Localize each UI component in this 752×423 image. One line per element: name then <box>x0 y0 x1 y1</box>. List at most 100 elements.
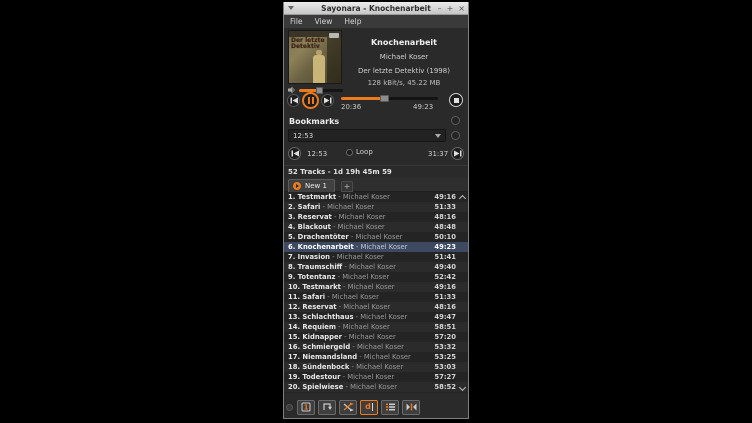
track-row[interactable]: 14. Requiem - Michael Koser 58:51 <box>284 322 468 332</box>
menu-help[interactable]: Help <box>344 17 361 26</box>
track-row[interactable]: 2. Safari - Michael Koser 51:33 <box>284 202 468 212</box>
cover-search-button[interactable] <box>329 33 339 38</box>
track-row-artist: - Michael Koser <box>331 223 385 231</box>
track-row-artist: - Michael Koser <box>337 303 391 311</box>
volume-slider[interactable] <box>299 89 343 92</box>
pause-button[interactable] <box>302 92 319 109</box>
playlist-tab-new1[interactable]: New 1 <box>288 179 335 192</box>
playlist-summary: 52 Tracks - 1d 19h 45m 59 <box>288 168 392 176</box>
close-button[interactable]: × <box>458 2 465 15</box>
track-row[interactable]: 19. Todestour - Michael Koser 57:27 <box>284 372 468 382</box>
loop-checkbox[interactable]: Loop <box>346 148 373 156</box>
next-track-button[interactable] <box>321 94 334 107</box>
scroll-up-arrow[interactable] <box>459 194 466 201</box>
track-row-artist: - Michael Koser <box>342 333 396 341</box>
seek-handle[interactable] <box>380 95 389 102</box>
track-row[interactable]: 11. Safari - Michael Koser 51:33 <box>284 292 468 302</box>
volume-fill <box>299 89 317 92</box>
repeat-all-button[interactable] <box>318 400 336 415</box>
track-row-artist: - Michael Koser <box>354 313 408 321</box>
bookmark-next-button[interactable] <box>451 147 464 160</box>
append-button[interactable] <box>381 400 399 415</box>
track-duration: 51:33 <box>434 292 456 302</box>
track-album: Der letzte Detektiv (1998) <box>344 67 464 75</box>
loop-checkbox-circle[interactable] <box>346 149 353 156</box>
window-menu-icon[interactable] <box>288 6 294 10</box>
track-row[interactable]: 10. Testmarkt - Michael Koser 49:16 <box>284 282 468 292</box>
scroll-down-arrow[interactable] <box>459 385 466 392</box>
track-number-title: 6. Knochenarbeit <box>288 243 354 251</box>
add-tab-button[interactable]: + <box>341 181 353 192</box>
track-row[interactable]: 15. Kidnapper - Michael Koser 57:20 <box>284 332 468 342</box>
bookmark-select[interactable]: 12:53 <box>288 129 446 142</box>
seek-fill <box>341 97 382 100</box>
section-divider <box>284 165 468 166</box>
menu-file[interactable]: File <box>290 17 303 26</box>
track-number-title: 11. Safari <box>288 293 325 301</box>
shuffle-button[interactable] <box>339 400 357 415</box>
track-duration: 48:16 <box>434 302 456 312</box>
minimize-button[interactable]: – <box>438 2 442 15</box>
cover-detective-figure <box>313 55 325 83</box>
bookmark-previous-button[interactable] <box>288 147 301 160</box>
track-row[interactable]: 6. Knochenarbeit - Michael Koser 49:23 <box>284 242 468 252</box>
bookmark-prev-icon <box>291 150 299 157</box>
album-cover[interactable]: Der letzte Detektiv <box>288 30 342 84</box>
seek-slider[interactable] <box>341 97 438 100</box>
loop-label: Loop <box>356 148 373 156</box>
volume-handle[interactable] <box>316 87 323 94</box>
pause-icon <box>308 97 314 104</box>
track-row[interactable]: 8. Traumschiff - Michael Koser 49:40 <box>284 262 468 272</box>
track-row-artist: - Michael Koser <box>336 193 390 201</box>
track-number-title: 1. Testmarkt <box>288 193 336 201</box>
track-row-artist: - Michael Koser <box>354 243 408 251</box>
track-row[interactable]: 5. Drachentöter - Michael Koser 50:10 <box>284 232 468 242</box>
playlist-tabbar: New 1 + <box>284 178 468 192</box>
track-row-artist: - Michael Koser <box>341 283 395 291</box>
tab-label: New 1 <box>305 182 327 190</box>
maximize-button[interactable]: + <box>447 2 454 15</box>
track-number-title: 4. Blackout <box>288 223 331 231</box>
track-row[interactable]: 4. Blackout - Michael Koser 48:48 <box>284 222 468 232</box>
track-number-title: 10. Testmarkt <box>288 283 341 291</box>
track-row[interactable]: 18. Sündenbock - Michael Koser 53:03 <box>284 362 468 372</box>
track-row[interactable]: 20. Spielwiese - Michael Koser 58:52 <box>284 382 468 392</box>
titlebar[interactable]: Sayonara - Knochenarbeit – + × <box>284 2 468 15</box>
track-row[interactable]: 16. Schmiergeld - Michael Koser 53:32 <box>284 342 468 352</box>
gapless-button[interactable] <box>402 400 420 415</box>
track-duration: 53:25 <box>434 352 456 362</box>
previous-track-button[interactable] <box>287 94 300 107</box>
track-number-title: 9. Totentanz <box>288 273 335 281</box>
track-row[interactable]: 1. Testmarkt - Michael Koser 49:16 <box>284 192 468 202</box>
sayonara-window: Sayonara - Knochenarbeit – + × File View… <box>283 2 469 419</box>
track-number-title: 13. Schlachthaus <box>288 313 354 321</box>
bookmark-next-icon <box>454 150 462 157</box>
volume-icon[interactable] <box>288 86 296 94</box>
bookmark-delete-button[interactable] <box>451 131 460 140</box>
track-row-artist: - Michael Koser <box>335 273 389 281</box>
track-row[interactable]: 12. Reservat - Michael Koser 48:16 <box>284 302 468 312</box>
track-row-artist: - Michael Koser <box>350 343 404 351</box>
stop-icon <box>454 98 459 103</box>
menu-view[interactable]: View <box>315 17 333 26</box>
bookmark-new-button[interactable] <box>451 116 460 125</box>
track-row[interactable]: 3. Reservat - Michael Koser 48:16 <box>284 212 468 222</box>
playlist-mode-indicator[interactable] <box>286 404 293 411</box>
track-number-title: 16. Schmiergeld <box>288 343 350 351</box>
track-number-title: 2. Safari <box>288 203 320 211</box>
track-number-title: 14. Requiem <box>288 323 336 331</box>
desktop-background: Sayonara - Knochenarbeit – + × File View… <box>0 0 752 423</box>
dynamic-playback-button[interactable]: d <box>360 400 378 415</box>
track-row[interactable]: 9. Totentanz - Michael Koser 52:42 <box>284 272 468 282</box>
dynamic-playback-icon: d <box>365 403 371 411</box>
bookmarks-heading: Bookmarks <box>289 117 339 126</box>
main-content: Der letzte Detektiv Knochenarbeit Michae… <box>284 28 468 418</box>
track-row[interactable]: 13. Schlachthaus - Michael Koser 49:47 <box>284 312 468 322</box>
track-number-title: 8. Traumschiff <box>288 263 342 271</box>
track-row[interactable]: 17. Niemandsland - Michael Koser 53:25 <box>284 352 468 362</box>
track-row[interactable]: 7. Invasion - Michael Koser 51:41 <box>284 252 468 262</box>
repeat-one-button[interactable]: 1 <box>297 400 315 415</box>
stop-button[interactable] <box>449 93 463 107</box>
track-row-artist: - Michael Koser <box>336 323 390 331</box>
track-duration: 49:16 <box>434 192 456 202</box>
